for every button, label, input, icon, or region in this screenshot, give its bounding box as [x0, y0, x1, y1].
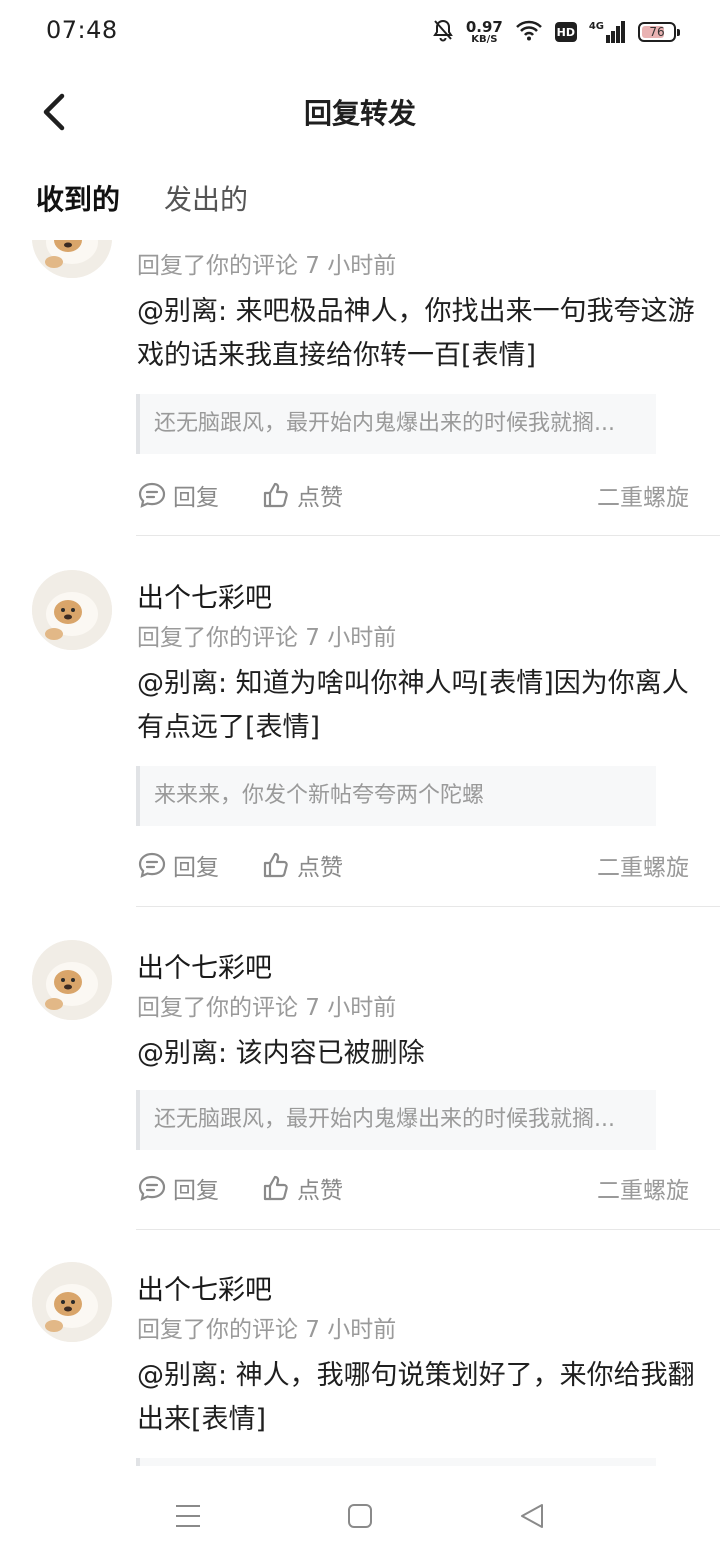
comment-meta: 回复了你的评论 7 小时前 — [137, 253, 397, 279]
comment-actions: 回复 点赞 二重螺旋 — [137, 845, 689, 885]
avatar[interactable] — [32, 240, 112, 278]
like-label: 点赞 — [297, 485, 343, 511]
signal-icon: 4G — [589, 21, 626, 43]
avatar[interactable] — [32, 570, 112, 650]
comment-actions: 回复 点赞 二重螺旋 — [137, 475, 689, 515]
reply-bubble-icon — [138, 482, 166, 508]
avatar[interactable] — [32, 1262, 112, 1342]
header: 回复转发 — [0, 64, 720, 160]
like-button[interactable]: 点赞 — [261, 1171, 343, 1205]
quoted-comment[interactable]: 还无脑跟风，最开始内鬼爆出来的时候我就搁... — [136, 394, 656, 454]
comment-username[interactable]: 出个七彩吧 — [137, 946, 272, 985]
divider — [136, 535, 720, 536]
home-button[interactable] — [340, 1496, 380, 1536]
comment-username[interactable]: 出个七彩吧 — [137, 1268, 272, 1307]
comment-content[interactable]: @别离: 知道为啥叫你神人吗[表情]因为你离人有点远了[表情] — [137, 662, 697, 750]
menu-icon — [176, 1505, 200, 1527]
tab-received[interactable]: 收到的 — [36, 178, 120, 222]
like-label: 点赞 — [297, 855, 343, 881]
comment-card: 出个七彩吧 回复了你的评论 7 小时前 @别离: 神人，我哪句说策划好了，来你给… — [0, 1230, 720, 1466]
post-source[interactable]: 二重螺旋 — [597, 478, 689, 512]
post-source[interactable]: 二重螺旋 — [597, 848, 689, 882]
system-back-button[interactable] — [512, 1496, 552, 1536]
status-icons: 0.97 KB/S HD 4G 76 — [432, 16, 680, 48]
reply-label: 回复 — [173, 1178, 219, 1204]
tab-received-label: 收到的 — [36, 183, 121, 216]
reply-label: 回复 — [173, 855, 219, 881]
comment-content[interactable]: @别离: 神人，我哪句说策划好了，来你给我翻出来[表情] — [137, 1354, 697, 1442]
comment-meta: 回复了你的评论 7 小时前 — [137, 1317, 397, 1343]
screen: 07:48 0.97 KB/S HD 4G 76 回复转发 收到的 发出的 回复… — [0, 0, 720, 1560]
thumbs-up-icon — [263, 1175, 288, 1201]
net-speed-unit: KB/S — [471, 33, 498, 45]
comment-card: 出个七彩吧 回复了你的评论 7 小时前 @别离: 该内容已被删除 还无脑跟风，最… — [0, 908, 720, 1230]
quoted-comment[interactable]: 来来来，你发个新帖夸夸两个陀螺 — [136, 766, 656, 826]
reply-button[interactable]: 回复 — [137, 848, 219, 882]
system-nav-bar — [0, 1468, 720, 1560]
post-source[interactable]: 二重螺旋 — [597, 1171, 689, 1205]
bell-off-icon — [432, 18, 454, 46]
tab-sent[interactable]: 发出的 — [164, 178, 248, 222]
home-square-icon — [348, 1504, 372, 1528]
comment-card: 回复了你的评论 7 小时前 @别离: 来吧极品神人，你找出来一句我夸这游戏的话来… — [0, 240, 720, 538]
network-type: 4G — [588, 21, 604, 32]
menu-button[interactable] — [168, 1496, 208, 1536]
quoted-comment[interactable]: 还无脑跟风，最开始内鬼爆出来的时候我就搁... — [136, 1090, 656, 1150]
status-bar: 07:48 0.97 KB/S HD 4G 76 — [0, 0, 720, 64]
thumbs-up-icon — [263, 482, 288, 508]
comment-meta: 回复了你的评论 7 小时前 — [137, 625, 397, 651]
battery-level: 76 — [649, 25, 665, 39]
net-speed-value: 0.97 — [465, 17, 503, 36]
comment-content[interactable]: @别离: 该内容已被删除 — [137, 1032, 697, 1076]
comment-actions: 回复 点赞 二重螺旋 — [137, 1168, 689, 1208]
reply-label: 回复 — [173, 485, 219, 511]
like-label: 点赞 — [297, 1178, 343, 1204]
tab-sent-label: 发出的 — [164, 183, 249, 216]
comment-meta: 回复了你的评论 7 小时前 — [137, 995, 397, 1021]
like-button[interactable]: 点赞 — [261, 478, 343, 512]
thumbs-up-icon — [263, 852, 288, 878]
reply-button[interactable]: 回复 — [137, 1171, 219, 1205]
net-speed: 0.97 KB/S — [465, 17, 503, 45]
avatar[interactable] — [32, 940, 112, 1020]
page-title: 回复转发 — [303, 97, 416, 130]
reply-button[interactable]: 回复 — [137, 478, 219, 512]
hd-icon: HD — [554, 22, 577, 42]
comment-card: 出个七彩吧 回复了你的评论 7 小时前 @别离: 知道为啥叫你神人吗[表情]因为… — [0, 538, 720, 908]
reply-bubble-icon — [138, 852, 166, 878]
back-triangle-icon — [521, 1504, 543, 1528]
quoted-comment[interactable] — [136, 1458, 656, 1466]
divider — [136, 906, 720, 907]
reply-bubble-icon — [138, 1175, 166, 1201]
comment-list[interactable]: 回复了你的评论 7 小时前 @别离: 来吧极品神人，你找出来一句我夸这游戏的话来… — [0, 240, 720, 1466]
status-time: 07:48 — [46, 16, 118, 44]
comment-username[interactable]: 出个七彩吧 — [137, 576, 272, 615]
battery-icon: 76 — [638, 22, 680, 42]
like-button[interactable]: 点赞 — [261, 848, 343, 882]
tab-bar: 收到的 发出的 — [36, 178, 248, 226]
comment-content[interactable]: @别离: 来吧极品神人，你找出来一句我夸这游戏的话来我直接给你转一百[表情] — [137, 290, 697, 378]
wifi-icon — [515, 19, 543, 45]
